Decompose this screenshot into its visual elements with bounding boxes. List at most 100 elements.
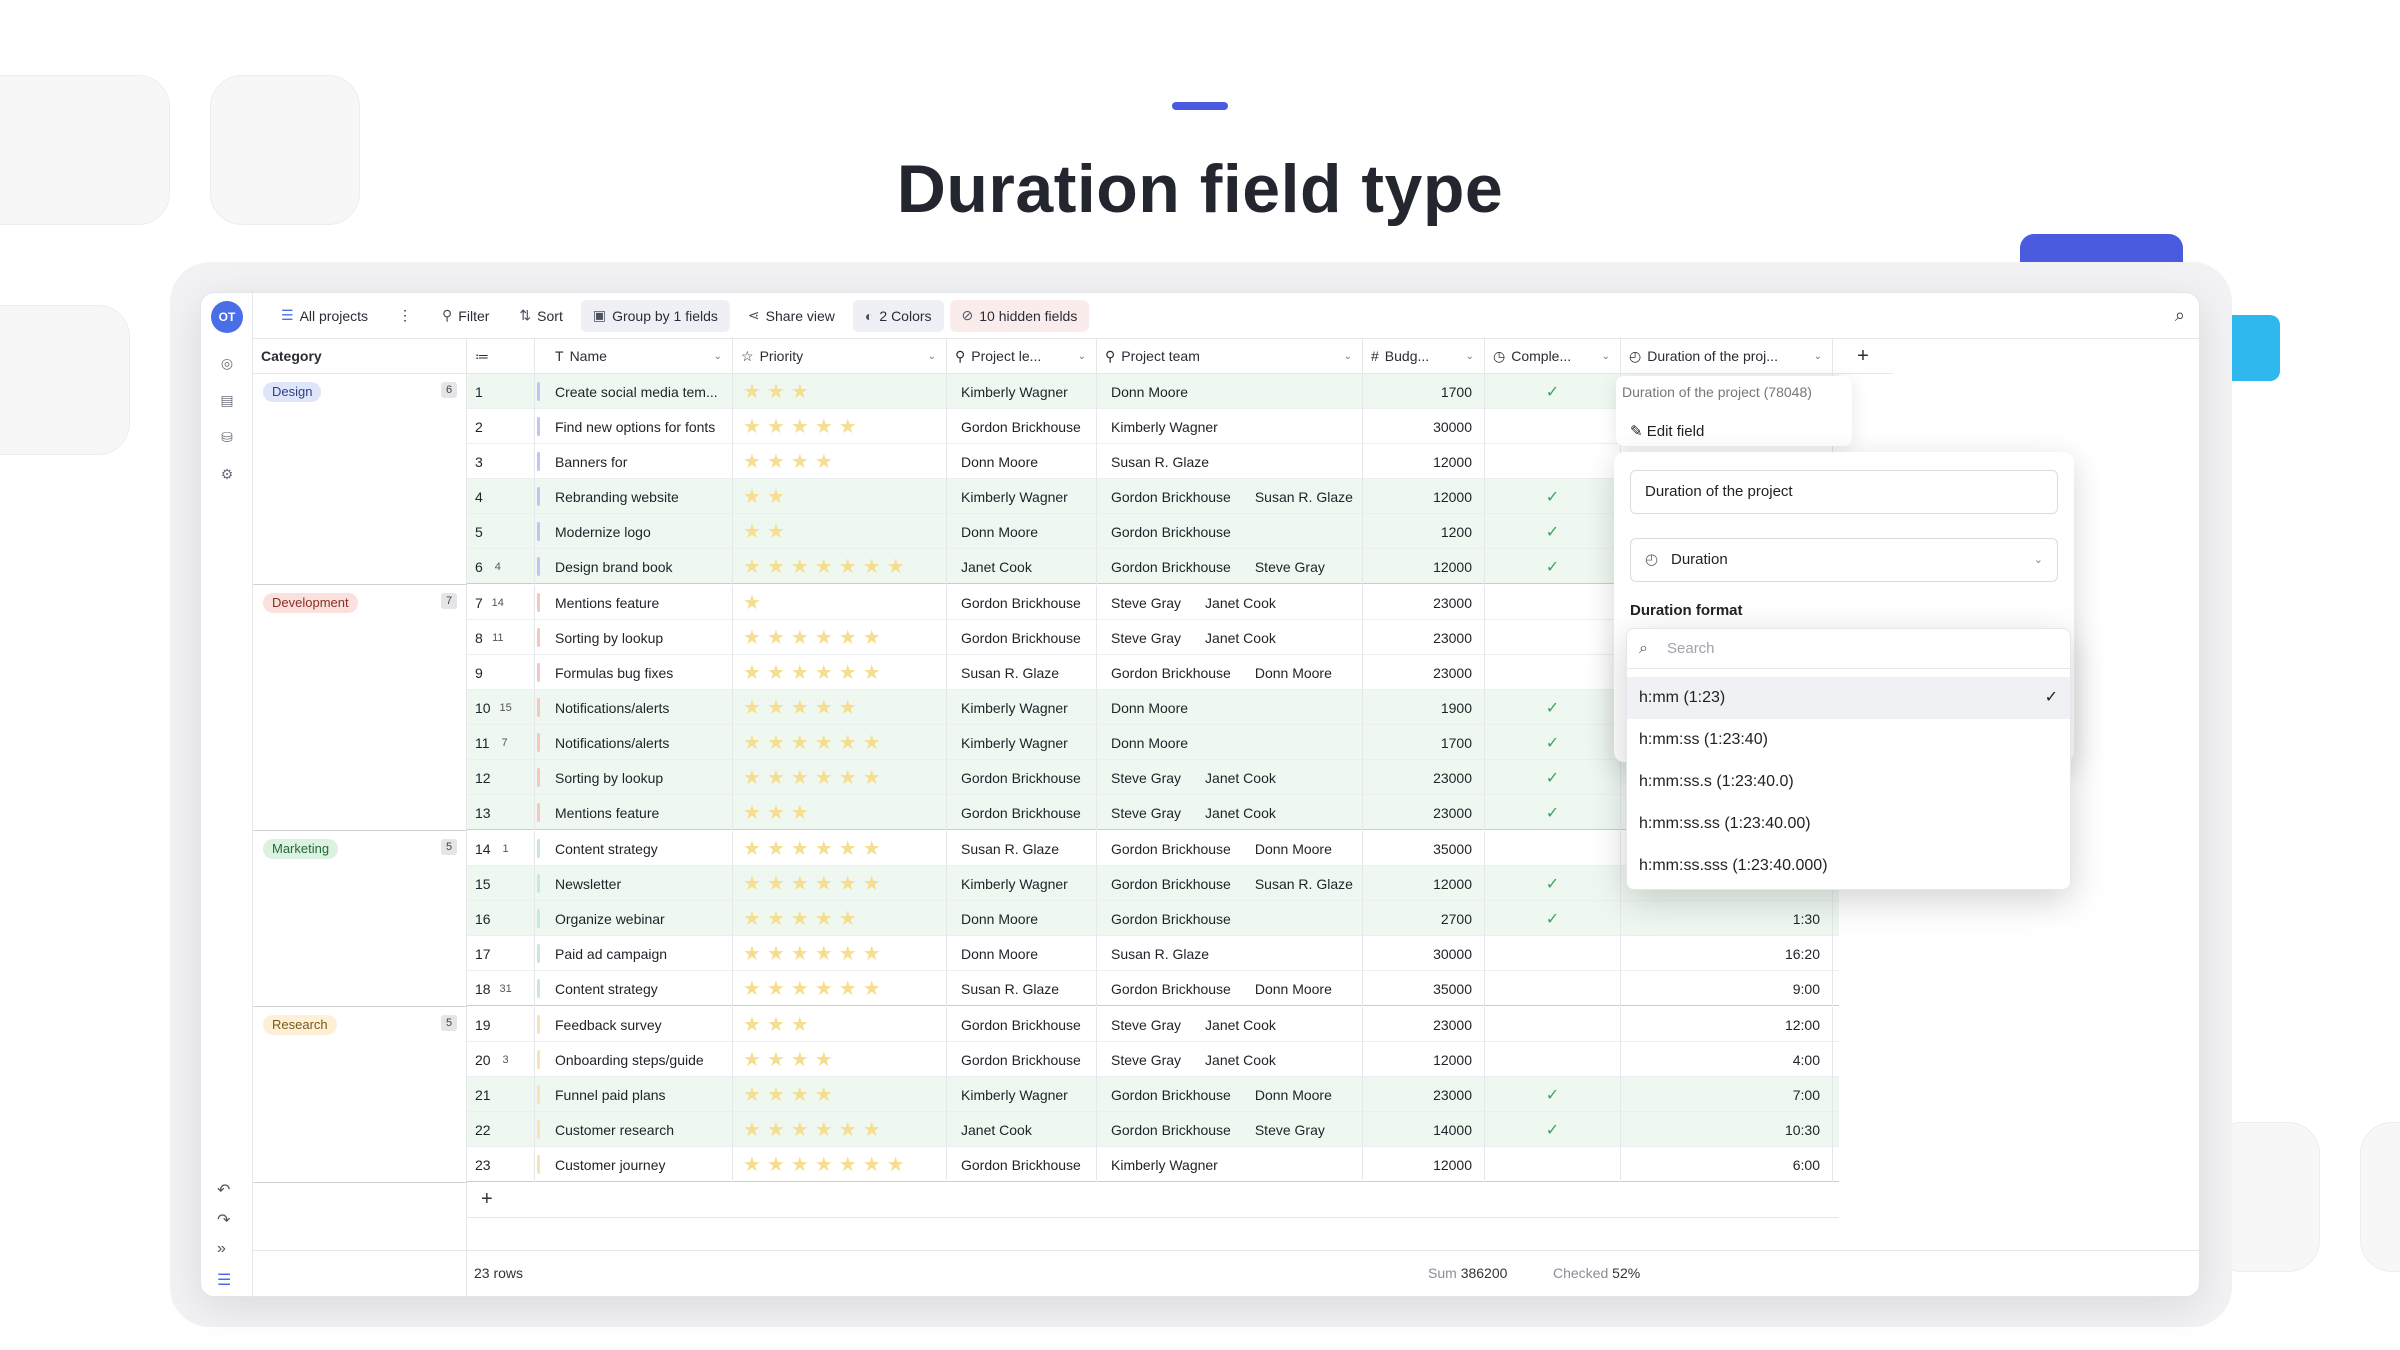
budget-cell[interactable]: 12000: [1363, 479, 1485, 514]
column-header-row-number[interactable]: ≔: [467, 338, 535, 374]
hidden-fields-button[interactable]: ⊘ 10 hidden fields: [949, 299, 1090, 332]
priority-cell[interactable]: ★ ★ ★ ★: [733, 1077, 947, 1112]
team-cell[interactable]: Susan R. Glaze: [1097, 444, 1363, 479]
star-icon[interactable]: ★: [863, 874, 881, 894]
priority-cell[interactable]: ★ ★ ★ ★ ★ ★ ★: [733, 1147, 947, 1182]
star-icon[interactable]: ★: [887, 557, 905, 577]
row-number-cell[interactable]: 14 1: [467, 831, 535, 866]
complete-cell[interactable]: ✓: [1485, 760, 1621, 795]
tables-icon[interactable]: ◎: [217, 353, 237, 373]
budget-cell[interactable]: 23000: [1363, 795, 1485, 830]
star-icon[interactable]: ★: [767, 803, 785, 823]
star-icon[interactable]: ★: [743, 487, 761, 507]
complete-cell[interactable]: ✓: [1485, 901, 1621, 936]
table-row[interactable]: 20 3 Onboarding steps/guide ★ ★ ★ ★ Gordon Bric…: [467, 1042, 1839, 1077]
name-cell[interactable]: Modernize logo: [535, 514, 733, 549]
team-cell[interactable]: Gordon Brickhouse Donn Moore: [1097, 1077, 1363, 1112]
star-icon[interactable]: ★: [815, 628, 833, 648]
row-number-cell[interactable]: 16: [467, 901, 535, 936]
team-cell[interactable]: Gordon Brickhouse Susan R. Glaze: [1097, 479, 1363, 514]
row-number-cell[interactable]: 3: [467, 444, 535, 479]
team-cell[interactable]: Steve Gray Janet Cook: [1097, 1007, 1363, 1042]
star-icon[interactable]: ★: [767, 1050, 785, 1070]
star-icon[interactable]: ★: [815, 417, 833, 437]
row-number-cell[interactable]: 12: [467, 760, 535, 795]
star-icon[interactable]: ★: [791, 909, 809, 929]
priority-cell[interactable]: ★ ★ ★ ★ ★ ★: [733, 1112, 947, 1147]
star-icon[interactable]: ★: [743, 1120, 761, 1140]
priority-cell[interactable]: ★ ★ ★ ★: [733, 1042, 947, 1077]
star-icon[interactable]: ★: [863, 979, 881, 999]
lead-cell[interactable]: Donn Moore: [947, 936, 1097, 971]
name-cell[interactable]: Notifications/alerts: [535, 690, 733, 725]
view-selector[interactable]: ☰ All projects: [269, 300, 380, 332]
team-cell[interactable]: Gordon Brickhouse Donn Moore: [1097, 655, 1363, 690]
complete-cell[interactable]: ✓: [1485, 866, 1621, 901]
database-icon[interactable]: ⛁: [217, 427, 237, 447]
row-number-cell[interactable]: 4: [467, 479, 535, 514]
name-cell[interactable]: Sorting by lookup: [535, 620, 733, 655]
star-icon[interactable]: ★: [791, 944, 809, 964]
star-icon[interactable]: ★: [743, 663, 761, 683]
star-icon[interactable]: ★: [767, 417, 785, 437]
name-cell[interactable]: Funnel paid plans: [535, 1077, 733, 1112]
format-option[interactable]: h:mm:ss.ss (1:23:40.00): [1627, 803, 2070, 845]
budget-cell[interactable]: 12000: [1363, 549, 1485, 584]
name-cell[interactable]: Banners for: [535, 444, 733, 479]
edit-field-button[interactable]: ✎ Edit field: [1630, 422, 1704, 440]
duration-cell[interactable]: 10:30: [1621, 1112, 1833, 1147]
complete-cell[interactable]: ✓: [1485, 479, 1621, 514]
colors-button[interactable]: ◐ 2 Colors: [852, 299, 944, 332]
star-icon[interactable]: ★: [815, 768, 833, 788]
name-cell[interactable]: Onboarding steps/guide: [535, 1042, 733, 1077]
team-cell[interactable]: Gordon Brickhouse Steve Gray: [1097, 549, 1363, 584]
lead-cell[interactable]: Donn Moore: [947, 514, 1097, 549]
star-icon[interactable]: ★: [839, 874, 857, 894]
group-tag[interactable]: Design: [263, 382, 322, 402]
budget-cell[interactable]: 23000: [1363, 620, 1485, 655]
team-cell[interactable]: Donn Moore: [1097, 725, 1363, 760]
star-icon[interactable]: ★: [791, 417, 809, 437]
star-icon[interactable]: ★: [743, 452, 761, 472]
duration-cell[interactable]: 12:00: [1621, 1007, 1833, 1042]
star-icon[interactable]: ★: [887, 1155, 905, 1175]
star-icon[interactable]: ★: [767, 944, 785, 964]
star-icon[interactable]: ★: [767, 874, 785, 894]
name-cell[interactable]: Feedback survey: [535, 1007, 733, 1042]
star-icon[interactable]: ★: [743, 909, 761, 929]
format-option[interactable]: h:mm:ss.sss (1:23:40.000): [1627, 845, 2070, 887]
star-icon[interactable]: ★: [743, 733, 761, 753]
lead-cell[interactable]: Susan R. Glaze: [947, 831, 1097, 866]
star-icon[interactable]: ★: [791, 452, 809, 472]
priority-cell[interactable]: ★ ★: [733, 479, 947, 514]
team-cell[interactable]: Gordon Brickhouse Steve Gray: [1097, 1112, 1363, 1147]
priority-cell[interactable]: ★ ★ ★ ★ ★ ★: [733, 620, 947, 655]
star-icon[interactable]: ★: [863, 628, 881, 648]
star-icon[interactable]: ★: [839, 733, 857, 753]
star-icon[interactable]: ★: [767, 487, 785, 507]
complete-cell[interactable]: [1485, 1007, 1621, 1042]
star-icon[interactable]: ★: [767, 557, 785, 577]
priority-cell[interactable]: ★ ★ ★ ★ ★ ★: [733, 936, 947, 971]
star-icon[interactable]: ★: [767, 628, 785, 648]
lead-cell[interactable]: Gordon Brickhouse: [947, 1007, 1097, 1042]
star-icon[interactable]: ★: [743, 1050, 761, 1070]
star-icon[interactable]: ★: [743, 839, 761, 859]
team-cell[interactable]: Susan R. Glaze: [1097, 936, 1363, 971]
row-number-cell[interactable]: 13: [467, 795, 535, 830]
table-row[interactable]: 22 Customer research ★ ★ ★ ★ ★ ★ Janet Cook Gordo…: [467, 1112, 1839, 1147]
star-icon[interactable]: ★: [767, 1120, 785, 1140]
search-icon[interactable]: ⌕: [2175, 305, 2185, 326]
budget-cell[interactable]: 23000: [1363, 1077, 1485, 1112]
lead-cell[interactable]: Janet Cook: [947, 549, 1097, 584]
row-number-cell[interactable]: 18 31: [467, 971, 535, 1006]
star-icon[interactable]: ★: [791, 979, 809, 999]
star-icon[interactable]: ★: [791, 663, 809, 683]
star-icon[interactable]: ★: [767, 522, 785, 542]
complete-cell[interactable]: [1485, 409, 1621, 444]
field-type-select[interactable]: ◴ Duration ⌄: [1630, 538, 2058, 582]
lead-cell[interactable]: Donn Moore: [947, 444, 1097, 479]
priority-cell[interactable]: ★ ★ ★ ★ ★ ★ ★: [733, 549, 947, 584]
star-icon[interactable]: ★: [743, 382, 761, 402]
star-icon[interactable]: ★: [839, 663, 857, 683]
